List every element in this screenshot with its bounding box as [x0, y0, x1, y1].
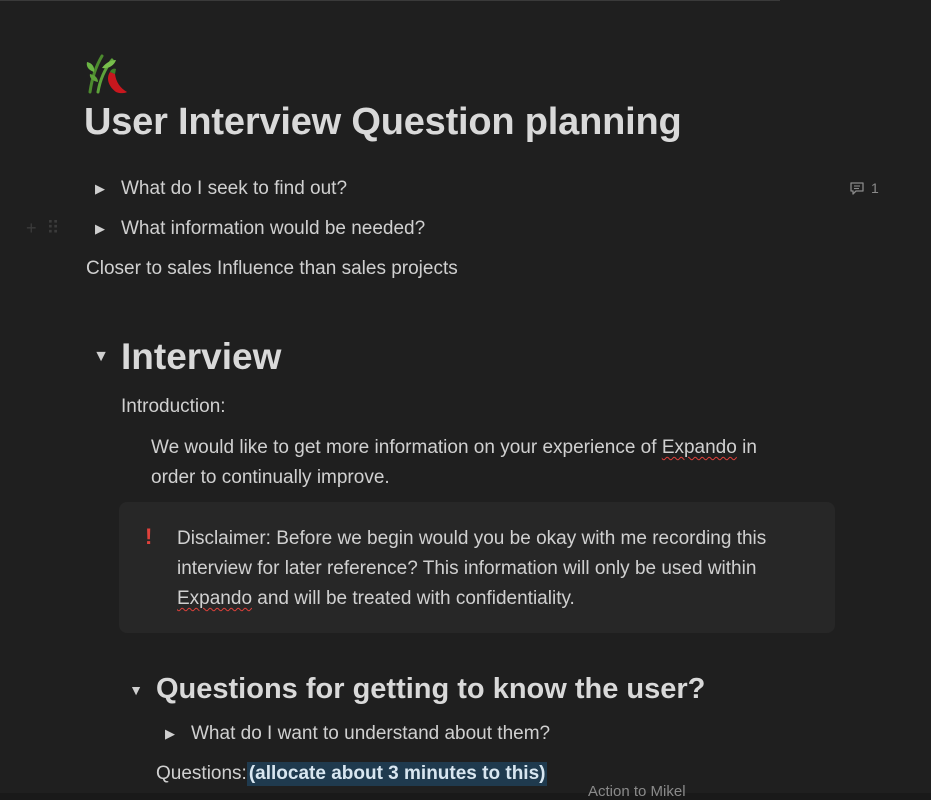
plus-icon[interactable]: + — [26, 218, 37, 239]
toggle-block-understand[interactable]: ▶ What do I want to understand about the… — [158, 723, 550, 745]
intro-text: We would like to get more information on… — [151, 437, 662, 458]
comment-count: 1 — [871, 180, 879, 196]
toggle-label: What do I seek to find out? — [121, 178, 348, 199]
hot-pepper-and-leaves-icon[interactable] — [84, 50, 132, 98]
block-handles: + ⠿ — [26, 218, 60, 239]
triangle-right-icon[interactable]: ▶ — [88, 181, 112, 197]
text-block[interactable]: Introduction: — [121, 396, 226, 418]
brand-misspelling[interactable]: Expando — [177, 588, 252, 609]
questions-text-block[interactable]: Questions: (allocate about 3 minutes to … — [156, 762, 548, 786]
comment-icon — [850, 181, 864, 195]
triangle-right-icon[interactable]: ▶ — [158, 726, 182, 742]
intro-paragraph[interactable]: We would like to get more information on… — [151, 433, 831, 493]
triangle-down-icon[interactable]: ▼ — [124, 682, 148, 698]
callout-line: Disclaimer: Before we begin would you be… — [177, 528, 767, 549]
heading-getting-to-know-user[interactable]: ▼ Questions for getting to know the user… — [124, 673, 705, 706]
text-block[interactable]: Closer to sales Influence than sales pro… — [86, 258, 458, 280]
toggle-block-information[interactable]: ▶ What information would be needed? — [88, 218, 425, 240]
page-title: User Interview Question planning — [84, 101, 682, 143]
intro-text: in — [736, 437, 757, 458]
triangle-right-icon[interactable]: ▶ — [88, 221, 112, 237]
note-text: Closer to sales Influence than sales pro… — [86, 258, 458, 279]
drag-handle-icon[interactable]: ⠿ — [47, 218, 60, 239]
intro-text-line2: order to continually improve. — [151, 467, 390, 488]
cut-off-text: Action to Mikel — [588, 783, 686, 800]
brand-misspelling[interactable]: Expando — [662, 437, 737, 458]
top-divider — [0, 0, 780, 1]
heading-interview[interactable]: ▼ Interview — [88, 336, 281, 378]
heading-text: Interview — [121, 336, 282, 377]
callout-line: and will be treated with confidentiality… — [252, 588, 575, 609]
toggle-label: What do I want to understand about them? — [191, 723, 551, 744]
toggle-block-find-out[interactable]: ▶ What do I seek to find out? — [88, 178, 347, 200]
heading-text: Questions for getting to know the user? — [156, 673, 706, 705]
callout-text[interactable]: Disclaimer: Before we begin would you be… — [177, 524, 817, 614]
highlighted-text: (allocate about 3 minutes to this) — [246, 762, 548, 786]
callout-line: interview for later reference? This info… — [177, 558, 757, 579]
toggle-label: What information would be needed? — [121, 218, 426, 239]
comment-indicator[interactable]: 1 — [849, 180, 879, 196]
intro-label: Introduction: — [121, 396, 226, 417]
questions-label: Questions: — [156, 763, 247, 784]
page: User Interview Question planning ▶ What … — [0, 0, 931, 800]
exclamation-icon[interactable]: ! — [145, 524, 152, 550]
triangle-down-icon[interactable]: ▼ — [88, 348, 114, 366]
